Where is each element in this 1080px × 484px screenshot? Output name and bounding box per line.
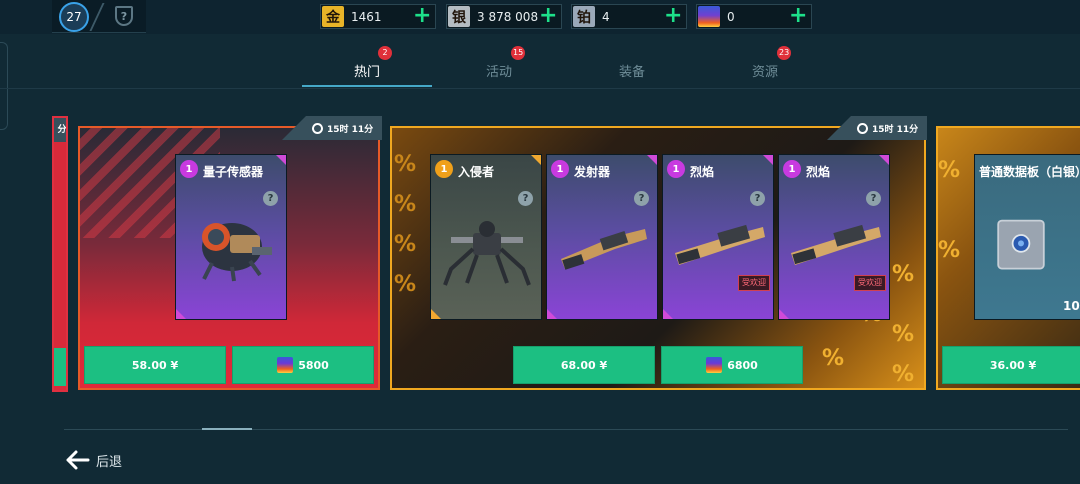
item-card-data-pad[interactable]: 普通数据板（白银） 10 bbox=[974, 154, 1080, 320]
notification-badge: 2 bbox=[378, 46, 392, 60]
clock-icon bbox=[857, 122, 868, 134]
gold-currency-icon: 金 bbox=[322, 6, 344, 27]
quantity-badge: 1 bbox=[435, 160, 453, 178]
level-badge[interactable]: 27 bbox=[59, 2, 89, 32]
launcher-weapon-icon bbox=[561, 229, 647, 270]
fire-amount: 0 bbox=[727, 10, 735, 24]
silver-amount: 3 878 008 bbox=[477, 10, 539, 24]
timer-partial: 分 bbox=[54, 118, 66, 142]
tab-events[interactable]: 活动 15 bbox=[434, 46, 564, 87]
silver-currency-icon: 银 bbox=[448, 6, 470, 27]
item-name: 量子传感器 bbox=[203, 165, 264, 179]
tab-label: 资源 bbox=[751, 65, 778, 80]
tab-equipment[interactable]: 装备 bbox=[567, 49, 697, 87]
add-silver-button[interactable]: + bbox=[539, 5, 557, 27]
quantity-badge: 1 bbox=[667, 160, 685, 178]
add-fire-button[interactable]: + bbox=[789, 5, 807, 27]
buy-price-button[interactable]: 68.00 ¥ bbox=[513, 346, 655, 384]
tab-label: 装备 bbox=[618, 65, 645, 80]
item-name: 发射器 bbox=[574, 165, 611, 179]
buy-button-partial[interactable] bbox=[54, 348, 66, 386]
divider bbox=[89, 3, 105, 31]
timer-text: 15时 11分 bbox=[327, 124, 374, 135]
quantum-sensor-icon bbox=[202, 223, 272, 282]
fire-currency-icon bbox=[706, 357, 723, 373]
data-pad-icon bbox=[997, 219, 1045, 270]
offer-data-pad: % % 普通数据板（白银） 10 36.00 ¥ bbox=[936, 126, 1080, 390]
player-level-area[interactable]: 27 ? bbox=[52, 0, 146, 33]
currency-platinum: 铂 4 + bbox=[571, 4, 687, 29]
offer-card-partial[interactable]: 分 bbox=[52, 116, 68, 392]
arrow-left-icon bbox=[66, 450, 90, 470]
quantity-badge: 1 bbox=[180, 160, 198, 178]
add-gold-button[interactable]: + bbox=[413, 5, 431, 27]
tab-hot[interactable]: 热门 2 bbox=[302, 46, 432, 87]
fire-currency-icon bbox=[698, 6, 720, 27]
tab-label: 热门 bbox=[353, 65, 380, 80]
offer-invader-bundle: % % % % % % % % % 1 入侵者 ? 1 发射器 ? bbox=[390, 126, 926, 390]
quantity-badge: 1 bbox=[783, 160, 801, 178]
platinum-amount: 4 bbox=[602, 10, 610, 24]
fire-price: 5800 bbox=[298, 358, 329, 372]
popular-tag: 受欢迎 bbox=[738, 275, 770, 291]
notification-badge: 23 bbox=[777, 46, 792, 60]
fire-price: 6800 bbox=[727, 358, 758, 372]
item-card-quantum-sensor[interactable]: 1 量子传感器 ? bbox=[175, 154, 287, 320]
buy-fire-button[interactable]: 5800 bbox=[232, 346, 374, 384]
item-card-launcher[interactable]: 1 发射器 ? bbox=[546, 154, 658, 320]
quantity-badge: 1 bbox=[551, 160, 569, 178]
timer-invader-bundle: 15时 11分 bbox=[827, 116, 927, 140]
item-name: 入侵者 bbox=[458, 165, 495, 179]
tab-resources[interactable]: 资源 23 bbox=[700, 46, 830, 87]
currency-gold: 金 1461 + bbox=[320, 4, 436, 29]
timer-quantum-sensor: 15时 11分 bbox=[282, 116, 382, 140]
timer-text: 15时 11分 bbox=[872, 124, 919, 135]
back-label: 后退 bbox=[96, 454, 123, 470]
buy-price-button[interactable]: 58.00 ¥ bbox=[84, 346, 226, 384]
back-button[interactable]: 后退 bbox=[64, 447, 122, 473]
percent-decoration-left: % % % % bbox=[394, 152, 417, 297]
currency-silver: 银 3 878 008 + bbox=[446, 4, 562, 29]
platinum-currency-icon: 铂 bbox=[573, 6, 595, 27]
tab-label: 活动 bbox=[485, 65, 512, 80]
item-card-blaze-2[interactable]: 1 烈焰 ? 受欢迎 bbox=[778, 154, 890, 320]
item-name: 烈焰 bbox=[806, 165, 831, 179]
scroll-thumb[interactable] bbox=[202, 428, 252, 430]
item-card-blaze-1[interactable]: 1 烈焰 ? 受欢迎 bbox=[662, 154, 774, 320]
tab-divider bbox=[0, 88, 1080, 89]
buy-price-button[interactable]: 36.00 ¥ bbox=[942, 346, 1080, 384]
item-card-invader[interactable]: 1 入侵者 ? bbox=[430, 154, 542, 320]
fire-currency-icon bbox=[277, 357, 294, 373]
buy-fire-button[interactable]: 6800 bbox=[661, 346, 803, 384]
item-name: 烈焰 bbox=[690, 165, 715, 179]
side-panel-handle[interactable] bbox=[0, 42, 8, 130]
notification-badge: 15 bbox=[511, 46, 526, 60]
offer-quantum-sensor: 1 量子传感器 ? 58.00 ¥ 5800 bbox=[78, 126, 380, 390]
add-platinum-button[interactable]: + bbox=[664, 5, 682, 27]
item-count: 10 bbox=[1063, 299, 1080, 313]
clock-icon bbox=[312, 122, 323, 134]
invader-robot-icon bbox=[443, 221, 531, 286]
rank-shield-icon[interactable]: ? bbox=[115, 6, 133, 26]
item-name: 普通数据板（白银） bbox=[979, 165, 1080, 179]
gold-amount: 1461 bbox=[351, 10, 382, 24]
currency-fire: 0 + bbox=[696, 4, 812, 29]
popular-tag: 受欢迎 bbox=[854, 275, 886, 291]
